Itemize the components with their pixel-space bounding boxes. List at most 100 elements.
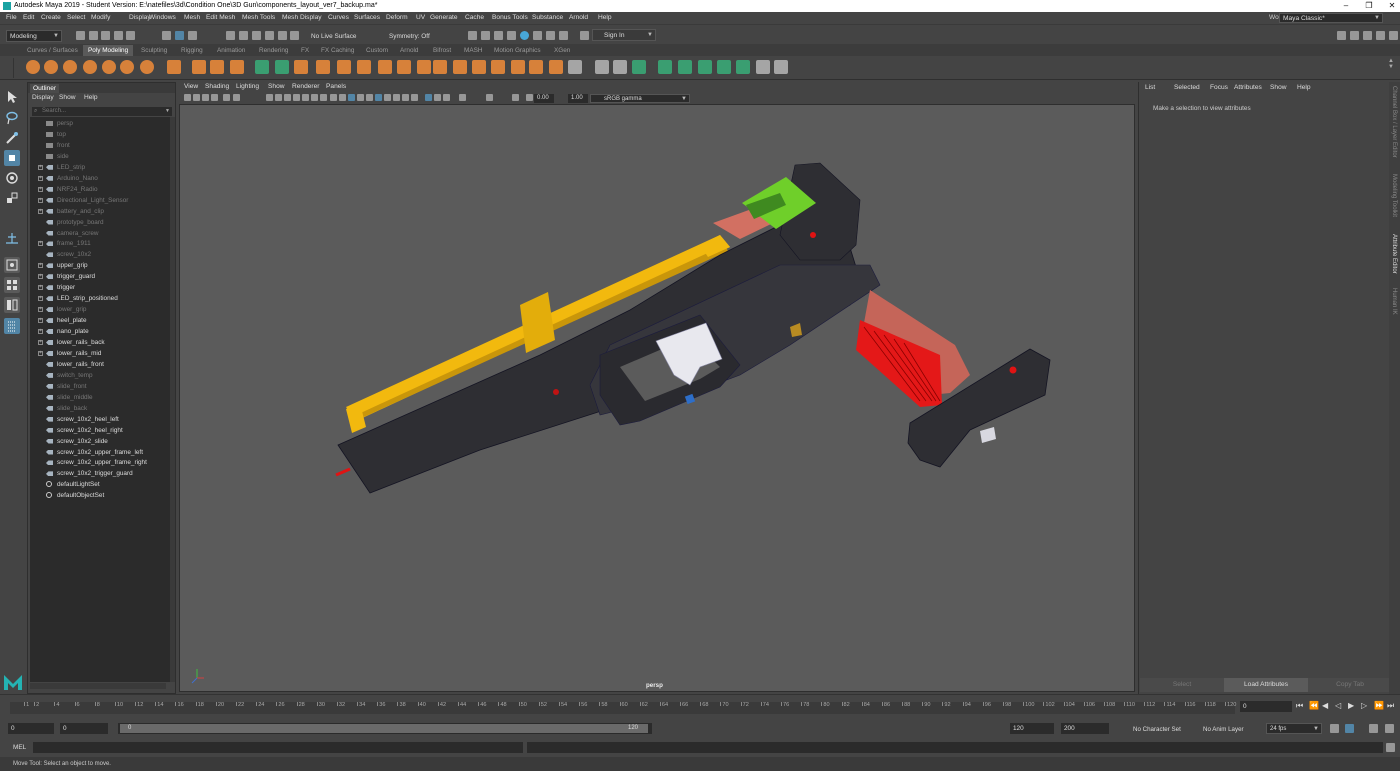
shelf-tab-motion-graphics[interactable]: Motion Graphics — [489, 45, 546, 56]
sign-in-button[interactable]: Sign In ▼ — [592, 29, 656, 41]
bridge-icon[interactable] — [378, 60, 392, 74]
combine-icon[interactable] — [255, 60, 269, 74]
shelf-tab-rendering[interactable]: Rendering — [254, 45, 294, 56]
shelf-tab-animation[interactable]: Animation — [212, 45, 250, 56]
persp-outliner-layout-icon[interactable] — [4, 297, 20, 313]
torus-icon[interactable] — [102, 60, 116, 74]
menu-edit[interactable]: Edit — [23, 12, 34, 24]
outliner-item[interactable]: lower_rails_front — [30, 359, 170, 370]
outliner-item[interactable]: prototype_board — [30, 217, 170, 228]
live-surface-label[interactable]: No Live Surface — [311, 33, 356, 40]
magnet-icon[interactable] — [290, 31, 299, 40]
camera-attr-icon[interactable] — [193, 94, 200, 101]
minimize-button[interactable]: – — [1338, 0, 1354, 12]
outliner-item[interactable]: camera_screw — [30, 228, 170, 239]
menu-substance[interactable]: Substance — [532, 12, 563, 24]
modeling-toolkit-icon[interactable] — [1337, 31, 1346, 40]
paint-select-tool-icon[interactable] — [4, 130, 20, 146]
fill-hole-icon[interactable] — [433, 60, 447, 74]
attr-menu-show[interactable]: Show — [1270, 84, 1287, 91]
expand-icon[interactable]: + — [38, 208, 43, 214]
outliner-item[interactable]: screw_10x2_slide — [30, 436, 170, 447]
exposure-icon-btn-icon[interactable] — [486, 94, 493, 101]
select-hierarchy-icon[interactable] — [162, 31, 171, 40]
step-back-frame-icon[interactable]: ◀ — [1322, 701, 1328, 710]
expand-icon[interactable]: + — [38, 274, 43, 280]
script-editor-icon[interactable] — [1386, 743, 1395, 752]
menu-set-select[interactable]: Modeling ▼ — [6, 30, 62, 42]
arnold-render-icon[interactable] — [580, 31, 589, 40]
load-attributes-button[interactable]: Load Attributes — [1224, 678, 1308, 692]
outliner-menu-show[interactable]: Show — [59, 94, 76, 101]
outliner-tab[interactable]: Outliner — [30, 84, 60, 93]
cylinder-icon[interactable] — [63, 60, 77, 74]
planar-map-icon[interactable] — [658, 60, 672, 74]
render-setup-icon[interactable] — [533, 31, 542, 40]
field-chart-icon[interactable] — [302, 94, 309, 101]
image-plane-icon[interactable] — [211, 94, 218, 101]
outliner-item[interactable]: + frame_1911 — [30, 238, 170, 249]
bevel-edge-icon[interactable] — [568, 60, 582, 74]
expand-icon[interactable]: + — [38, 329, 43, 335]
type-icon[interactable] — [210, 60, 224, 74]
gamma-field[interactable]: 1.00 — [568, 94, 588, 103]
viewport-menu-shading[interactable]: Shading — [205, 83, 229, 90]
menu-arnold[interactable]: Arnold — [569, 12, 588, 24]
expand-icon[interactable]: + — [38, 186, 43, 192]
outliner-layout-icon[interactable] — [4, 318, 20, 334]
gamma-icon-btn-icon[interactable] — [512, 94, 519, 101]
render-settings-icon[interactable] — [507, 31, 516, 40]
menu-edit-mesh[interactable]: Edit Mesh — [206, 12, 235, 24]
outliner-item[interactable]: + Directional_Light_Sensor — [30, 195, 170, 206]
outliner-item[interactable]: + heel_plate — [30, 315, 170, 326]
menu-create[interactable]: Create — [41, 12, 61, 24]
outliner-item[interactable]: + LED_strip_positioned — [30, 293, 170, 304]
go-to-end-icon[interactable]: ⏭ — [1387, 701, 1394, 711]
four-view-layout-icon[interactable] — [4, 277, 20, 293]
outliner-item[interactable]: switch_temp — [30, 370, 170, 381]
rotate-tool-icon[interactable] — [4, 170, 20, 186]
expand-icon[interactable]: + — [38, 340, 43, 345]
range-slider-track[interactable]: 0 120 — [118, 723, 652, 734]
hypershade-icon[interactable] — [520, 31, 529, 40]
attr-menu-selected[interactable]: Selected — [1174, 84, 1200, 91]
menu-cache[interactable]: Cache — [465, 12, 484, 24]
loop-icon[interactable] — [1330, 724, 1339, 733]
anim-layer-label[interactable]: No Anim Layer — [1203, 726, 1244, 733]
outliner-item[interactable]: screw_10x2_upper_frame_left — [30, 447, 170, 458]
anim-start-field[interactable]: 0 — [60, 723, 108, 734]
plane-icon[interactable] — [120, 60, 134, 74]
render-current-icon[interactable] — [481, 31, 490, 40]
expand-icon[interactable]: + — [38, 241, 43, 247]
disc-icon[interactable] — [140, 60, 154, 74]
collapse-icon[interactable] — [549, 60, 563, 74]
workspace-select[interactable]: Maya Classic* ▼ — [1279, 13, 1383, 23]
side-tab-modeling-toolkit[interactable]: Modeling Toolkit — [1391, 174, 1397, 217]
step-forward-frame-icon[interactable]: ▷ — [1361, 701, 1367, 710]
auto-key-icon[interactable] — [1345, 724, 1354, 733]
menu-display[interactable]: Display — [129, 12, 151, 24]
redo-icon[interactable] — [126, 31, 135, 40]
outliner-item[interactable]: + LED_strip — [30, 162, 170, 173]
lasso-tool-icon[interactable] — [4, 110, 20, 126]
play-backward-icon[interactable]: ◁ — [1335, 701, 1341, 710]
select-tool-icon[interactable] — [4, 89, 20, 105]
grease-pencil-icon[interactable] — [233, 94, 240, 101]
new-scene-icon[interactable] — [76, 31, 85, 40]
shelf-tab-sculpting[interactable]: Sculpting — [136, 45, 172, 56]
attribute-editor-icon[interactable] — [1363, 31, 1372, 40]
viewport-menu-panels[interactable]: Panels — [326, 83, 346, 90]
undo-icon[interactable] — [114, 31, 123, 40]
character-icon[interactable] — [1369, 724, 1378, 733]
go-to-start-icon[interactable]: ⏮ — [1296, 701, 1303, 711]
cone-icon[interactable] — [83, 60, 97, 74]
menu-curves[interactable]: Curves — [328, 12, 349, 24]
knife-icon[interactable] — [613, 60, 627, 74]
cylindrical-map-icon[interactable] — [678, 60, 692, 74]
film-gate-icon[interactable] — [275, 94, 282, 101]
outliner-item[interactable]: screw_10x2 — [30, 249, 170, 260]
light-editor-icon[interactable] — [546, 31, 555, 40]
outliner-item[interactable]: screw_10x2_heel_left — [30, 414, 170, 425]
textured-icon[interactable] — [357, 94, 364, 101]
fps-select[interactable]: 24 fps ▼ — [1266, 723, 1322, 734]
